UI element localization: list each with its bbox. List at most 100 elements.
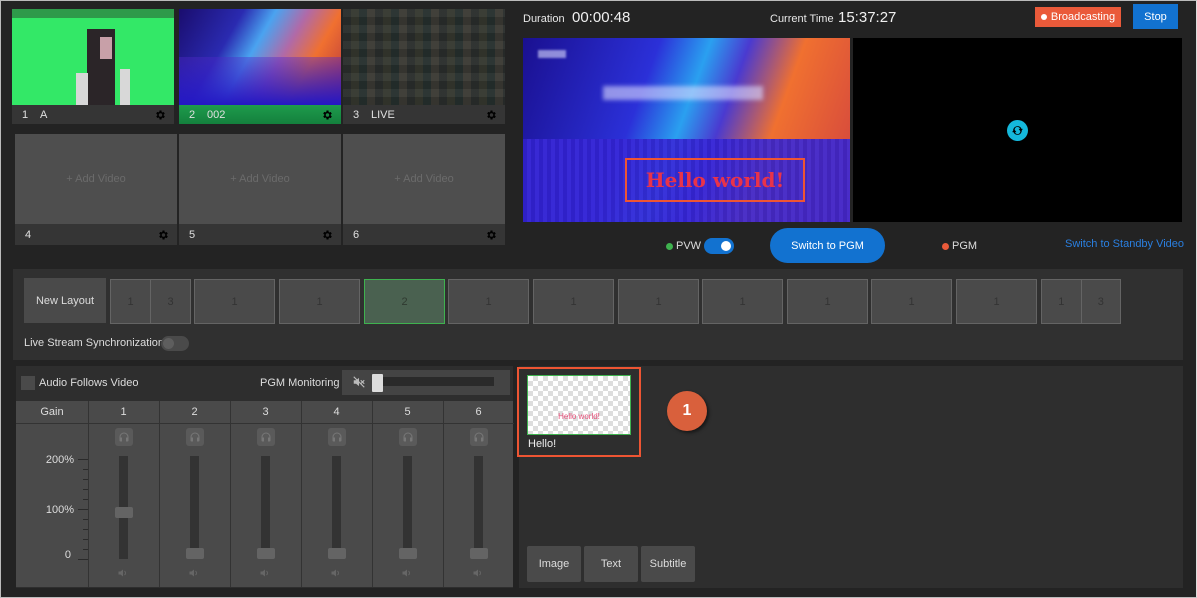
overlay-item-name: Hello! [528, 438, 557, 450]
source-tile-3[interactable]: 3 LIVE [343, 9, 505, 124]
speaker-icon[interactable] [188, 567, 202, 579]
blurred-title [603, 86, 763, 100]
channel-divider [230, 401, 231, 587]
layout-cell: 1 [231, 295, 238, 308]
pgm-volume-handle[interactable] [372, 374, 383, 392]
gain-fader[interactable] [403, 456, 412, 559]
layout-option[interactable]: 1 [787, 279, 868, 324]
source-name: LIVE [371, 108, 395, 121]
gear-icon[interactable] [485, 229, 497, 241]
source-bar: 5 [179, 224, 341, 245]
speaker-icon[interactable] [401, 567, 415, 579]
layout-option[interactable]: 1 [871, 279, 952, 324]
headphones-icon[interactable] [398, 428, 417, 446]
gain-scale-tick [83, 489, 88, 490]
current-time-value: 15:37:27 [838, 9, 897, 26]
new-layout-button[interactable]: New Layout [24, 278, 106, 323]
mute-icon[interactable] [352, 375, 366, 389]
source-name: 002 [207, 108, 226, 121]
gain-scale-tick [83, 479, 88, 480]
add-text-button[interactable]: Text [584, 546, 638, 582]
headphones-icon[interactable] [114, 428, 133, 446]
gain-label-0: 0 [64, 549, 71, 561]
status-dot-icon [1040, 14, 1047, 20]
gain-fader-handle[interactable] [185, 548, 204, 559]
add-video-button[interactable]: + Add Video [343, 134, 505, 224]
speaker-icon[interactable] [259, 567, 273, 579]
layout-option[interactable]: 13 [110, 279, 191, 324]
speaker-icon[interactable] [330, 567, 344, 579]
source-tile-5[interactable]: + Add Video 5 [179, 134, 341, 245]
gear-icon[interactable] [154, 109, 166, 121]
source-tile-6[interactable]: + Add Video 6 [343, 134, 505, 245]
add-video-button[interactable]: + Add Video [179, 134, 341, 224]
live-sync-toggle[interactable] [161, 336, 189, 351]
broadcasting-label: Broadcasting [1050, 11, 1116, 23]
gain-fader-handle[interactable] [327, 548, 346, 559]
layout-option[interactable]: 1 [533, 279, 614, 324]
add-image-button[interactable]: Image [527, 546, 581, 582]
gain-fader[interactable] [474, 456, 483, 559]
gain-fader-handle[interactable] [398, 548, 417, 559]
channel-header: 3 [230, 401, 301, 424]
gain-fader[interactable] [190, 456, 199, 559]
current-time-label: Current Time [770, 13, 834, 25]
source-tile-2[interactable]: 2 002 [179, 9, 341, 124]
layout-option[interactable]: 1 [618, 279, 699, 324]
layout-option[interactable]: 2 [364, 279, 445, 324]
source-thumbnail[interactable] [343, 9, 505, 105]
channel-header: 4 [301, 401, 372, 424]
gain-fader-handle[interactable] [469, 548, 488, 559]
layout-cell: 1 [655, 295, 662, 308]
switch-to-pgm-button[interactable]: Switch to PGM [770, 228, 885, 263]
gain-fader-handle[interactable] [114, 507, 133, 518]
layout-option[interactable]: 1 [194, 279, 275, 324]
duration-value: 00:00:48 [572, 9, 631, 26]
headphones-icon[interactable] [256, 428, 275, 446]
gain-fader[interactable] [261, 456, 270, 559]
pvw-label: PVW [676, 240, 702, 252]
source-number: 5 [189, 228, 196, 241]
pvw-toggle[interactable] [704, 238, 735, 254]
headphones-icon[interactable] [469, 428, 488, 446]
source-tile-1[interactable]: 1 A [12, 9, 174, 124]
source-thumbnail[interactable] [179, 9, 341, 105]
source-number: 2 [189, 108, 196, 121]
add-video-button[interactable]: + Add Video [15, 134, 177, 224]
overlay-thumbnail[interactable]: Hello world! [527, 375, 631, 435]
source-tile-4[interactable]: + Add Video 4 [15, 134, 177, 245]
layout-option[interactable]: 1 [448, 279, 529, 324]
layout-cell: 1 [127, 295, 134, 308]
preview-monitor[interactable]: Hello world! [523, 38, 850, 222]
text-overlay-selection[interactable]: Hello world! [625, 158, 805, 202]
audio-follows-video-label: Audio Follows Video [39, 377, 139, 389]
channel-divider [301, 401, 302, 587]
layout-option[interactable]: 1 [702, 279, 783, 324]
source-thumbnail[interactable] [12, 9, 174, 105]
gain-fader-handle[interactable] [256, 548, 275, 559]
gear-icon[interactable] [321, 229, 333, 241]
layout-option[interactable]: 1 [279, 279, 360, 324]
layout-option[interactable]: 1 [956, 279, 1037, 324]
headphones-icon[interactable] [327, 428, 346, 446]
headphones-icon[interactable] [185, 428, 204, 446]
speaker-icon[interactable] [472, 567, 486, 579]
stop-button[interactable]: Stop [1133, 4, 1178, 29]
switch-to-standby-link[interactable]: Switch to Standby Video [1065, 238, 1184, 250]
gain-scale-tick [78, 559, 88, 560]
gain-fader[interactable] [332, 456, 341, 559]
source-bar: 3 LIVE [343, 105, 505, 124]
pgm-volume-slider[interactable] [372, 377, 494, 386]
speaker-icon[interactable] [117, 567, 131, 579]
program-monitor [853, 38, 1182, 222]
gear-icon[interactable] [321, 109, 333, 121]
pgm-label: PGM [952, 240, 978, 252]
pgm-indicator: PGM [942, 240, 977, 252]
gear-icon[interactable] [485, 109, 497, 121]
gear-icon[interactable] [157, 229, 169, 241]
add-subtitle-button[interactable]: Subtitle [641, 546, 695, 582]
audio-follows-video-checkbox[interactable] [21, 376, 35, 390]
layout-option[interactable]: 13 [1041, 279, 1121, 324]
source-number: 4 [25, 228, 32, 241]
live-sync-label: Live Stream Synchronization [24, 337, 165, 349]
